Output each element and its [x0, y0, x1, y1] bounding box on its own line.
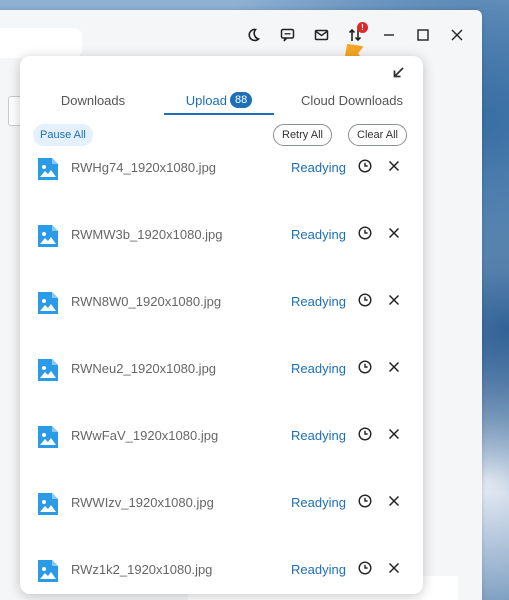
file-status: Readying	[291, 495, 346, 510]
clock-icon[interactable]	[358, 360, 372, 374]
notification-badge: !	[357, 22, 368, 33]
transfer-popup: Downloads Upload 88 Cloud Downloads Paus…	[20, 56, 423, 594]
chat-icon[interactable]	[270, 22, 304, 48]
upload-count-badge: 88	[229, 92, 253, 108]
remove-icon[interactable]	[388, 160, 400, 172]
address-bar[interactable]	[0, 28, 82, 58]
remove-icon[interactable]	[388, 562, 400, 574]
collapse-arrow-icon[interactable]	[389, 64, 407, 82]
pause-all-button[interactable]: Pause All	[33, 124, 93, 146]
file-name: RWwFaV_1920x1080.jpg	[71, 428, 219, 443]
list-item: RWHg74_1920x1080.jpg Readying	[20, 154, 423, 194]
image-file-icon	[38, 292, 58, 314]
tab-label: Cloud Downloads	[301, 92, 403, 108]
remove-icon[interactable]	[388, 428, 400, 440]
list-item: RWN8W0_1920x1080.jpg Readying	[20, 288, 423, 328]
file-name: RWz1k2_1920x1080.jpg	[71, 562, 213, 577]
file-status: Readying	[291, 562, 346, 577]
file-name: RWNeu2_1920x1080.jpg	[71, 361, 217, 376]
list-item: RWz1k2_1920x1080.jpg Readying	[20, 556, 423, 594]
tab-upload[interactable]: Upload 88	[164, 84, 274, 116]
file-status: Readying	[291, 227, 346, 242]
tab-cloud-downloads[interactable]: Cloud Downloads	[282, 84, 422, 116]
image-file-icon	[38, 493, 58, 515]
image-file-icon	[38, 225, 58, 247]
list-item: RWWIzv_1920x1080.jpg Readying	[20, 489, 423, 529]
list-item: RWNeu2_1920x1080.jpg Readying	[20, 355, 423, 395]
clock-icon[interactable]	[358, 226, 372, 240]
file-status: Readying	[291, 160, 346, 175]
clock-icon[interactable]	[358, 427, 372, 441]
retry-all-button[interactable]: Retry All	[273, 124, 332, 146]
clock-icon[interactable]	[358, 293, 372, 307]
maximize-icon[interactable]	[406, 22, 440, 48]
tab-downloads[interactable]: Downloads	[32, 84, 154, 116]
image-file-icon	[38, 560, 58, 582]
remove-icon[interactable]	[388, 294, 400, 306]
image-file-icon	[38, 359, 58, 381]
mail-icon[interactable]	[304, 22, 338, 48]
remove-icon[interactable]	[388, 227, 400, 239]
remove-icon[interactable]	[388, 495, 400, 507]
tab-label: Downloads	[60, 92, 126, 108]
file-status: Readying	[291, 294, 346, 309]
tab-label: Upload	[185, 92, 227, 108]
image-file-icon	[38, 158, 58, 180]
clear-all-button[interactable]: Clear All	[348, 124, 407, 146]
file-name: RWHg74_1920x1080.jpg	[71, 160, 217, 175]
file-name: RWN8W0_1920x1080.jpg	[71, 294, 222, 309]
file-name: RWWIzv_1920x1080.jpg	[71, 495, 214, 510]
remove-icon[interactable]	[388, 361, 400, 373]
active-tab-indicator	[164, 113, 274, 115]
file-name: RWMW3b_1920x1080.jpg	[71, 227, 223, 242]
close-icon[interactable]	[440, 22, 474, 48]
moon-icon[interactable]	[236, 22, 270, 48]
bulk-actions: Pause All Retry All Clear All	[20, 124, 423, 148]
clock-icon[interactable]	[358, 159, 372, 173]
clock-icon[interactable]	[358, 494, 372, 508]
clock-icon[interactable]	[358, 561, 372, 575]
list-item: RWwFaV_1920x1080.jpg Readying	[20, 422, 423, 462]
transfer-tabs: Downloads Upload 88 Cloud Downloads	[20, 84, 423, 116]
list-item: RWMW3b_1920x1080.jpg Readying	[20, 221, 423, 261]
file-status: Readying	[291, 361, 346, 376]
image-file-icon	[38, 426, 58, 448]
file-status: Readying	[291, 428, 346, 443]
